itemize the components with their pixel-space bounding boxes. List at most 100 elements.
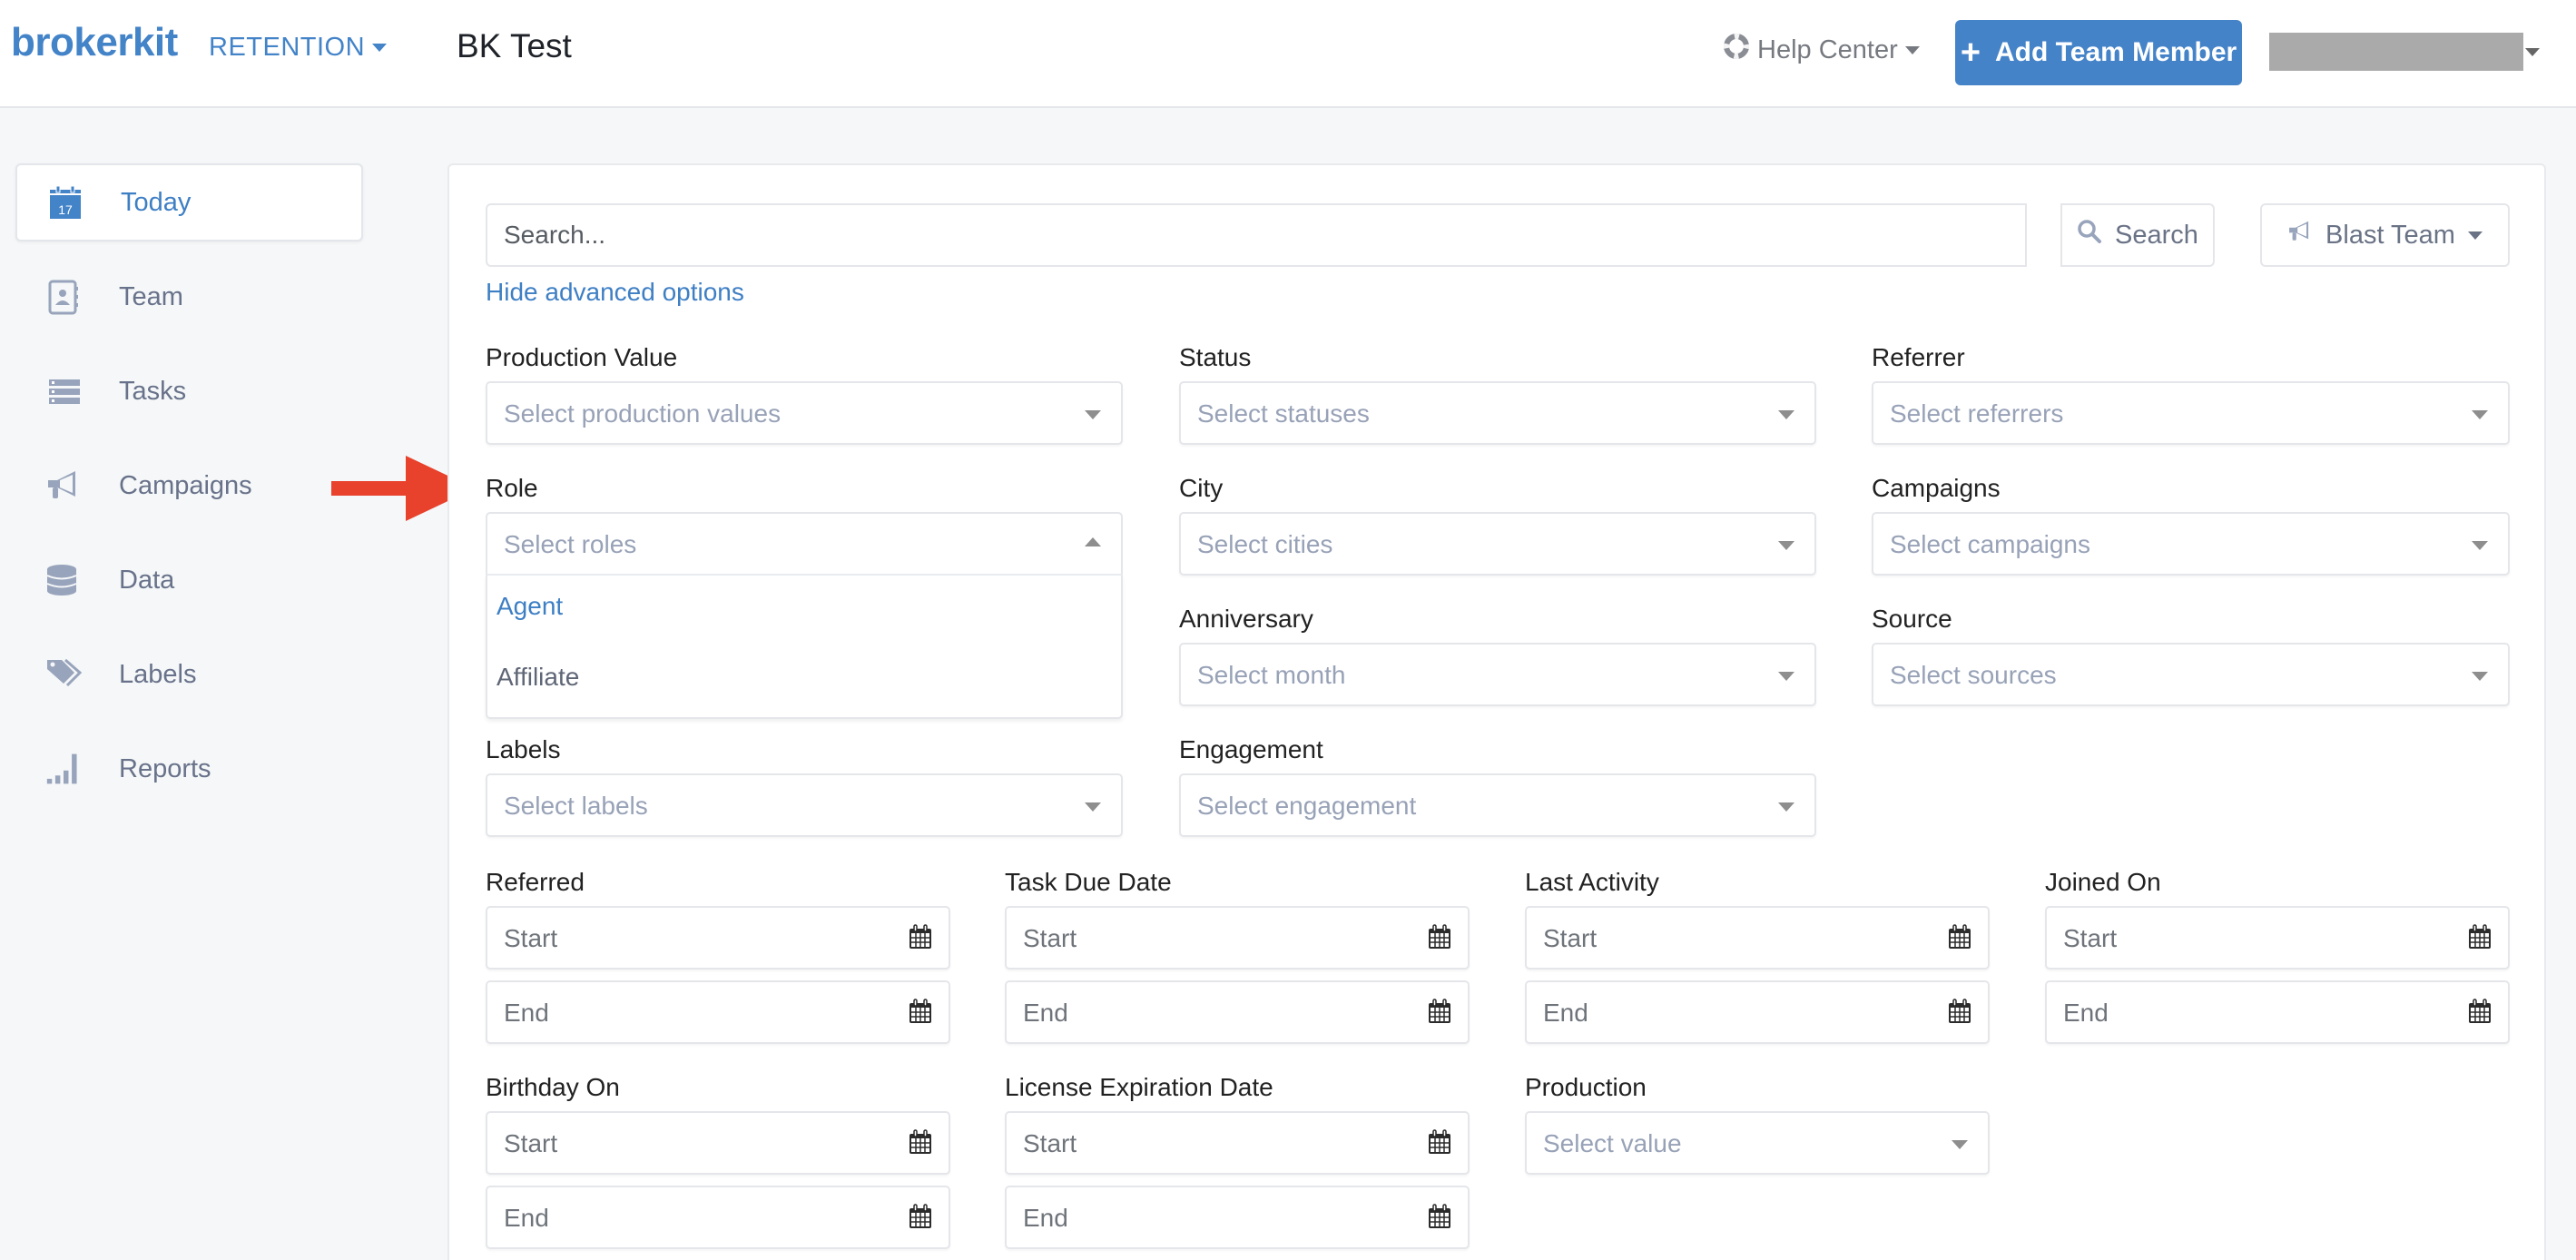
sidebar-item-data[interactable]: Data — [15, 541, 363, 619]
birthday-on-label: Birthday On — [486, 1073, 620, 1101]
city-select[interactable]: Select cities — [1179, 512, 1816, 576]
sidebar-item-team[interactable]: Team — [15, 258, 363, 336]
calendar-icon[interactable] — [1948, 999, 1971, 1029]
joined-on-end-date-input[interactable]: End — [2045, 980, 2510, 1044]
caret-down-icon — [1085, 802, 1101, 812]
end-placeholder: End — [1023, 1204, 1068, 1232]
caret-down-icon — [2525, 47, 2540, 56]
sidebar-item-label: Today — [121, 187, 192, 217]
sidebar-item-tasks[interactable]: Tasks — [15, 352, 363, 430]
start-placeholder: Start — [1543, 924, 1598, 952]
role-placeholder: Select roles — [504, 530, 637, 558]
end-placeholder: End — [504, 1204, 549, 1232]
source-select[interactable]: Select sources — [1872, 643, 2510, 706]
sidebar-item-label: Data — [119, 565, 175, 595]
referred-label: Referred — [486, 868, 585, 896]
sidebar-item-labels[interactable]: Labels — [15, 635, 363, 714]
engagement-label: Engagement — [1179, 735, 1323, 763]
calendar-icon[interactable] — [2468, 924, 2492, 954]
task-due-date-label: Task Due Date — [1005, 868, 1172, 896]
calendar-icon[interactable] — [909, 999, 932, 1029]
product-switcher[interactable]: RETENTION — [209, 33, 388, 63]
anniversary-select[interactable]: Select month — [1179, 643, 1816, 706]
labels-label: Labels — [486, 735, 561, 763]
help-center-menu[interactable]: Help Center — [1723, 33, 1920, 67]
birthday-on-start-date-input[interactable]: Start — [486, 1111, 950, 1175]
calendar-icon[interactable] — [1428, 924, 1451, 954]
labels-placeholder: Select labels — [504, 792, 648, 820]
caret-down-icon — [1778, 410, 1794, 419]
role-option-affiliate[interactable]: Affiliate — [497, 663, 579, 692]
sidebar-item-reports[interactable]: Reports — [15, 730, 363, 808]
source-label: Source — [1872, 605, 1952, 633]
joined-on-label: Joined On — [2045, 868, 2161, 896]
blast-team-label: Blast Team — [2325, 220, 2455, 250]
caret-down-icon — [1778, 541, 1794, 550]
last-activity-end-date-input[interactable]: End — [1525, 980, 1990, 1044]
search-button-label: Search — [2115, 220, 2198, 250]
production-value-select[interactable]: Select production values — [486, 381, 1123, 445]
calendar-icon[interactable] — [1948, 924, 1971, 954]
engagement-select[interactable]: Select engagement — [1179, 773, 1816, 837]
sidebar-item-today[interactable]: 17 Today — [15, 163, 363, 241]
help-center-label: Help Center — [1757, 34, 1898, 64]
calendar-icon[interactable] — [2468, 999, 2492, 1029]
license-expiration-date-end-date-input[interactable]: End — [1005, 1186, 1470, 1249]
production-placeholder: Select value — [1543, 1129, 1682, 1157]
caret-down-icon — [2472, 672, 2488, 681]
megaphone-icon — [45, 468, 82, 504]
task-due-date-start-date-input[interactable]: Start — [1005, 906, 1470, 970]
add-team-member-button[interactable]: + Add Team Member — [1955, 20, 2242, 85]
tags-icon — [45, 656, 82, 693]
campaigns-label: Campaigns — [1872, 474, 2001, 502]
search-button[interactable]: Search — [2060, 203, 2215, 267]
labels-select[interactable]: Select labels — [486, 773, 1123, 837]
hide-advanced-options-link[interactable]: Hide advanced options — [486, 278, 744, 307]
lifebuoy-icon — [1723, 33, 1750, 67]
role-option-agent[interactable]: Agent — [497, 592, 563, 621]
referred-start-date-input[interactable]: Start — [486, 906, 950, 970]
calendar-icon: 17 — [47, 184, 84, 221]
product-switcher-label: RETENTION — [209, 33, 366, 62]
calendar-icon[interactable] — [909, 1129, 932, 1159]
production-select[interactable]: Select value — [1525, 1111, 1990, 1175]
last-activity-start-date-input[interactable]: Start — [1525, 906, 1990, 970]
caret-down-icon — [2472, 410, 2488, 419]
calendar-icon[interactable] — [1428, 999, 1451, 1029]
start-placeholder: Start — [1023, 924, 1077, 952]
engagement-placeholder: Select engagement — [1197, 792, 1417, 820]
caret-down-icon — [1778, 672, 1794, 681]
license-expiration-date-start-date-input[interactable]: Start — [1005, 1111, 1470, 1175]
status-select[interactable]: Select statuses — [1179, 381, 1816, 445]
campaigns-placeholder: Select campaigns — [1890, 530, 2091, 558]
birthday-on-end-date-input[interactable]: End — [486, 1186, 950, 1249]
svg-text:17: 17 — [58, 202, 73, 217]
referred-end-date-input[interactable]: End — [486, 980, 950, 1044]
search-input[interactable] — [486, 203, 2027, 267]
campaigns-select[interactable]: Select campaigns — [1872, 512, 2510, 576]
license-expiration-date-label: License Expiration Date — [1005, 1073, 1273, 1101]
sidebar-item-campaigns[interactable]: Campaigns — [15, 447, 363, 525]
calendar-icon[interactable] — [1428, 1129, 1451, 1159]
search-icon — [2077, 219, 2102, 251]
task-due-date-end-date-input[interactable]: End — [1005, 980, 1470, 1044]
start-placeholder: Start — [2063, 924, 2118, 952]
brokerkit-logo[interactable]: brokerkit — [11, 20, 178, 65]
blast-team-button[interactable]: Blast Team — [2260, 203, 2510, 267]
start-placeholder: Start — [1023, 1129, 1077, 1157]
end-placeholder: End — [1543, 999, 1588, 1027]
city-label: City — [1179, 474, 1224, 502]
joined-on-start-date-input[interactable]: Start — [2045, 906, 2510, 970]
calendar-icon[interactable] — [909, 1204, 932, 1234]
sidebar-item-label: Reports — [119, 753, 211, 783]
top-header: brokerkit RETENTION BK Test Help Center … — [0, 0, 2576, 108]
referrer-select[interactable]: Select referrers — [1872, 381, 2510, 445]
team-search-panel: Search Blast Team Hide advanced options … — [447, 163, 2546, 1260]
organization-name: BK Test — [457, 27, 572, 64]
calendar-icon[interactable] — [909, 924, 932, 954]
calendar-icon[interactable] — [1428, 1204, 1451, 1234]
user-account-menu[interactable] — [2269, 33, 2540, 71]
production-value-label: Production Value — [486, 343, 678, 371]
role-select[interactable]: Select roles — [486, 512, 1123, 576]
source-placeholder: Select sources — [1890, 661, 2057, 689]
